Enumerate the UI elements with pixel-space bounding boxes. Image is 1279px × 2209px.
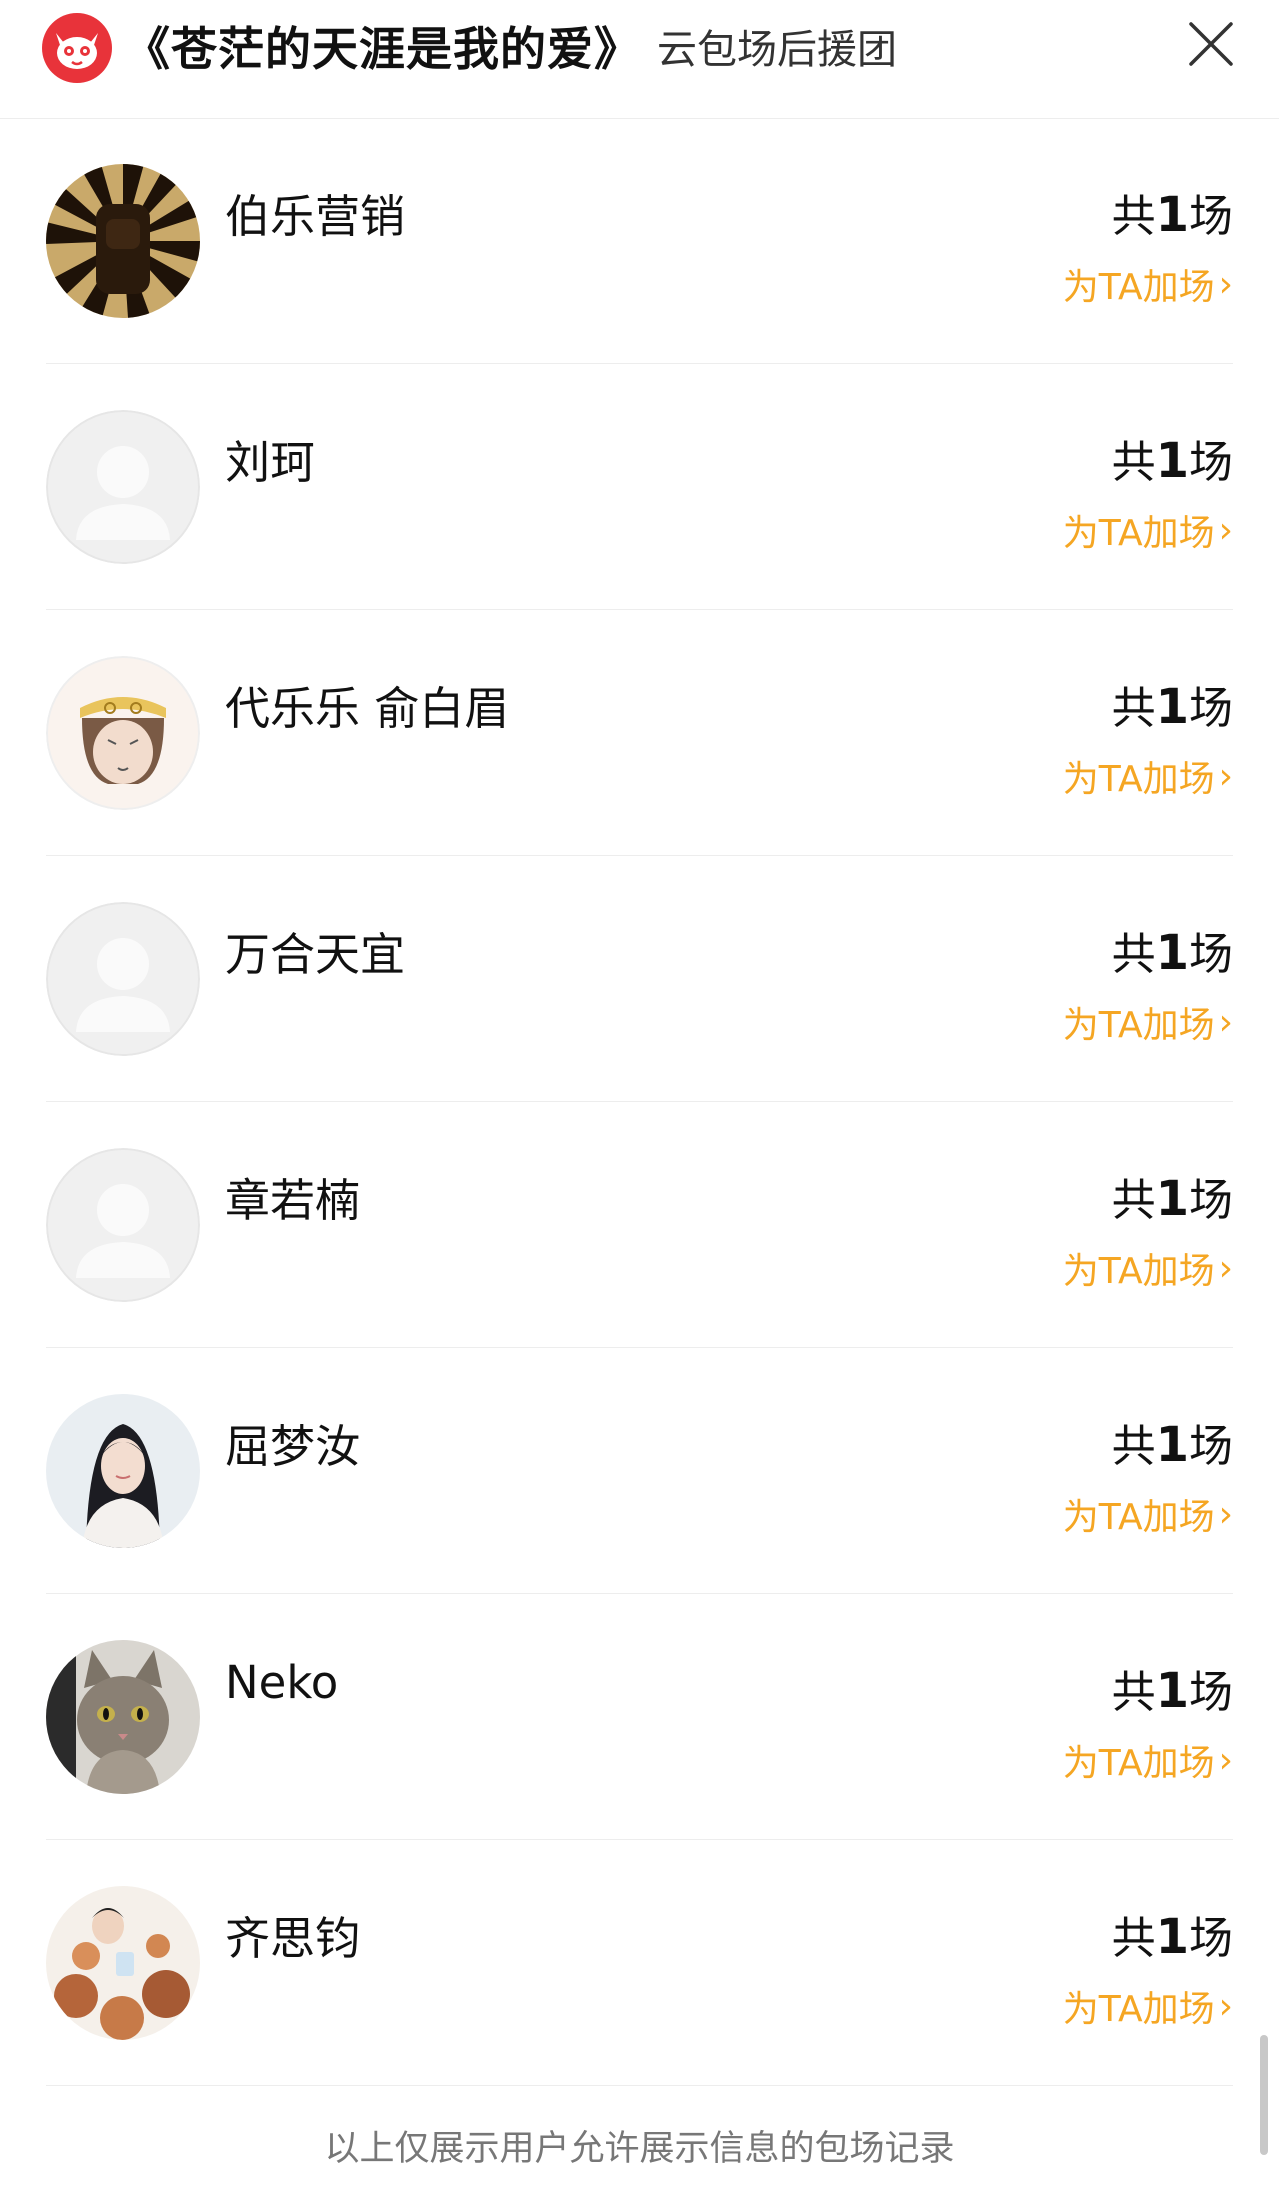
supporter-list: 伯乐营销 共1场 为TA加场 › 刘珂 共1场 为TA加场 › 代乐乐 俞白眉 … xyxy=(0,118,1279,2086)
add-show-label[interactable]: 为TA加场 xyxy=(1063,1242,1215,1294)
cat-photo-avatar[interactable] xyxy=(46,1640,200,1794)
count-number: 1 xyxy=(1155,1171,1189,1227)
supporter-name: Neko xyxy=(225,1656,339,1709)
show-count: 共1场 xyxy=(1112,918,1233,982)
show-count: 共1场 xyxy=(1112,672,1233,736)
close-button[interactable] xyxy=(1185,18,1237,70)
chevron-right-icon[interactable]: › xyxy=(1219,264,1233,305)
count-number: 1 xyxy=(1155,1909,1189,1965)
count-suffix: 场 xyxy=(1189,437,1233,488)
footer-note: 以上仅展示用户允许展示信息的包场记录 xyxy=(324,2129,955,2169)
add-show-link[interactable]: 为TA加场 › xyxy=(1063,258,1233,310)
supporter-name: 刘珂 xyxy=(225,436,316,489)
close-icon[interactable] xyxy=(1185,18,1237,70)
list-item: Neko 共1场 为TA加场 › xyxy=(46,1594,1233,1840)
page-subtitle: 云包场后援团 xyxy=(657,27,897,73)
add-show-link[interactable]: 为TA加场 › xyxy=(1063,1734,1233,1786)
show-count: 共1场 xyxy=(1112,1410,1233,1474)
supporter-name: 代乐乐 俞白眉 xyxy=(225,682,510,735)
monkey-king-avatar[interactable] xyxy=(46,656,200,810)
count-prefix: 共 xyxy=(1111,1667,1156,1718)
supporter-name: 伯乐营销 xyxy=(225,190,406,243)
count-prefix: 共 xyxy=(1111,1913,1156,1964)
supporter-name: 章若楠 xyxy=(225,1174,361,1227)
show-count: 共1场 xyxy=(1112,180,1233,244)
show-count: 共1场 xyxy=(1112,1902,1233,1966)
add-show-link[interactable]: 为TA加场 › xyxy=(1063,1980,1233,2032)
supporter-name: 齐思钧 xyxy=(225,1912,361,1965)
header-bar: 《苍茫的天涯是我的爱》 云包场后援团 xyxy=(0,0,1279,119)
sunburst-avatar[interactable] xyxy=(46,164,200,318)
add-show-link[interactable]: 为TA加场 › xyxy=(1063,996,1233,1048)
cat-logo-icon xyxy=(42,13,112,83)
add-show-label[interactable]: 为TA加场 xyxy=(1063,504,1215,556)
chevron-right-icon[interactable]: › xyxy=(1219,1986,1233,2027)
chevron-right-icon[interactable]: › xyxy=(1219,510,1233,551)
chevron-right-icon[interactable]: › xyxy=(1219,1494,1233,1535)
list-item: 伯乐营销 共1场 为TA加场 › xyxy=(46,118,1233,364)
count-suffix: 场 xyxy=(1189,1913,1233,1964)
list-item: 代乐乐 俞白眉 共1场 为TA加场 › xyxy=(46,610,1233,856)
show-count: 共1场 xyxy=(1112,1164,1233,1228)
count-suffix: 场 xyxy=(1189,1667,1233,1718)
add-show-label[interactable]: 为TA加场 xyxy=(1063,1980,1215,2032)
supporter-name: 屈梦汝 xyxy=(225,1420,361,1473)
chevron-right-icon[interactable]: › xyxy=(1219,1002,1233,1043)
list-item: 屈梦汝 共1场 为TA加场 › xyxy=(46,1348,1233,1594)
add-show-label[interactable]: 为TA加场 xyxy=(1063,1734,1215,1786)
add-show-link[interactable]: 为TA加场 › xyxy=(1063,504,1233,556)
movie-title: 《苍茫的天涯是我的爱》 xyxy=(124,22,641,76)
count-number: 1 xyxy=(1155,433,1189,489)
chevron-right-icon[interactable]: › xyxy=(1219,1248,1233,1289)
list-item: 刘珂 共1场 为TA加场 › xyxy=(46,364,1233,610)
list-item: 万合天宜 共1场 为TA加场 › xyxy=(46,856,1233,1102)
list-item: 齐思钧 共1场 为TA加场 › xyxy=(46,1840,1233,2086)
count-suffix: 场 xyxy=(1189,929,1233,980)
supporter-name: 万合天宜 xyxy=(225,928,406,981)
add-show-link[interactable]: 为TA加场 › xyxy=(1063,750,1233,802)
count-prefix: 共 xyxy=(1111,191,1156,242)
list-item: 章若楠 共1场 为TA加场 › xyxy=(46,1102,1233,1348)
count-prefix: 共 xyxy=(1111,929,1156,980)
chevron-right-icon[interactable]: › xyxy=(1219,756,1233,797)
scrollbar[interactable] xyxy=(1260,2035,1268,2155)
man-with-toys-avatar[interactable] xyxy=(46,1886,200,2040)
add-show-label[interactable]: 为TA加场 xyxy=(1063,1488,1215,1540)
count-suffix: 场 xyxy=(1189,191,1233,242)
count-prefix: 共 xyxy=(1111,1421,1156,1472)
add-show-link[interactable]: 为TA加场 › xyxy=(1063,1488,1233,1540)
count-suffix: 场 xyxy=(1189,1175,1233,1226)
add-show-link[interactable]: 为TA加场 › xyxy=(1063,1242,1233,1294)
default-avatar[interactable] xyxy=(46,902,200,1056)
default-avatar[interactable] xyxy=(46,410,200,564)
default-avatar[interactable] xyxy=(46,1148,200,1302)
chevron-right-icon[interactable]: › xyxy=(1219,1740,1233,1781)
add-show-label[interactable]: 为TA加场 xyxy=(1063,258,1215,310)
count-prefix: 共 xyxy=(1111,1175,1156,1226)
count-prefix: 共 xyxy=(1111,437,1156,488)
count-suffix: 场 xyxy=(1189,683,1233,734)
show-count: 共1场 xyxy=(1112,426,1233,490)
add-show-label[interactable]: 为TA加场 xyxy=(1063,750,1215,802)
count-number: 1 xyxy=(1155,679,1189,735)
add-show-label[interactable]: 为TA加场 xyxy=(1063,996,1215,1048)
count-number: 1 xyxy=(1155,187,1189,243)
title-group: 《苍茫的天涯是我的爱》 云包场后援团 xyxy=(124,14,897,78)
show-count: 共1场 xyxy=(1112,1656,1233,1720)
count-suffix: 场 xyxy=(1189,1421,1233,1472)
count-number: 1 xyxy=(1155,1663,1189,1719)
count-number: 1 xyxy=(1155,1417,1189,1473)
woman-portrait-avatar[interactable] xyxy=(46,1394,200,1548)
count-number: 1 xyxy=(1155,925,1189,981)
count-prefix: 共 xyxy=(1111,683,1156,734)
